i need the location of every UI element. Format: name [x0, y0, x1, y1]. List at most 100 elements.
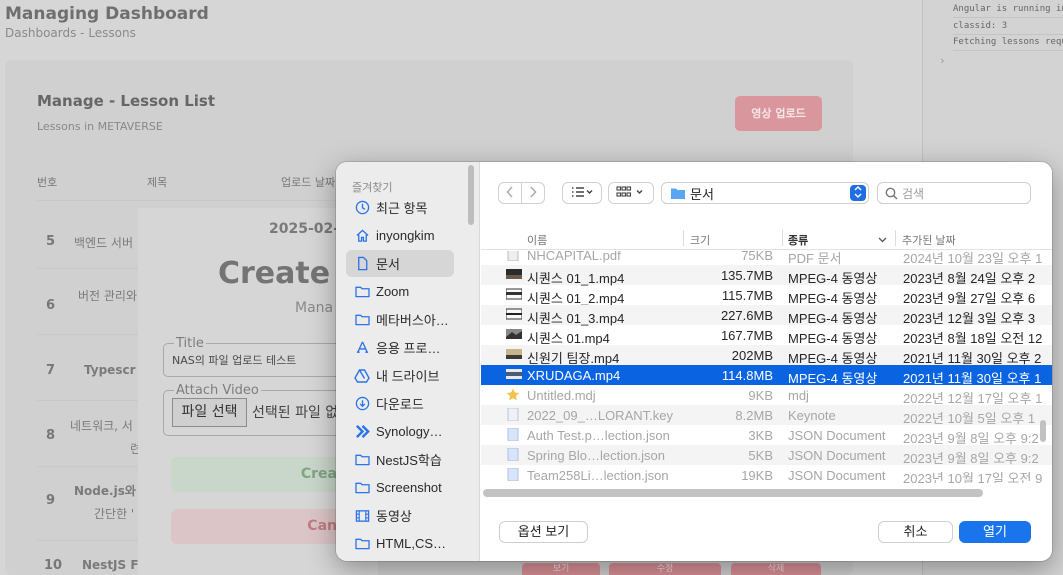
sidebar-item-synology[interactable]: Synology…	[346, 418, 454, 445]
sidebar-item-label: 내 드라이브	[376, 369, 440, 384]
table-row-number: 8	[46, 428, 56, 443]
location-label: 문서	[690, 186, 714, 202]
sidebar-item-screenshot[interactable]: Screenshot	[346, 474, 454, 501]
chevron-right-icon	[529, 185, 537, 201]
sidebar-item-zoom[interactable]: Zoom	[346, 278, 454, 305]
sidebar-item-google-drive[interactable]: 내 드라이브	[346, 362, 454, 389]
upload-video-button[interactable]: 영상 업로드	[735, 96, 822, 131]
folder-icon	[354, 312, 370, 328]
list-icon	[571, 186, 593, 201]
sidebar-item-label: HTML,CS…	[376, 536, 447, 551]
file-kind: JSON Document	[788, 468, 886, 483]
create-lesson-subheading: Mana	[295, 300, 334, 316]
file-size: 3KB	[748, 428, 773, 443]
table-row-number: 5	[46, 234, 56, 249]
file-name: 2022_09_…LORANT.key	[527, 408, 673, 423]
synology-icon	[354, 424, 370, 440]
table-row-number: 6	[46, 298, 56, 313]
table-row-title[interactable]: Typescr	[84, 363, 136, 377]
forward-button[interactable]	[521, 182, 545, 204]
file-row[interactable]: Spring Blo…lection.json 5KB JSON Document 2…	[481, 445, 1052, 466]
table-row-title[interactable]: NestJS F	[82, 558, 139, 572]
horizontal-scrollbar[interactable]	[483, 489, 983, 497]
file-size: 135.7MB	[720, 268, 773, 283]
column-header-kind[interactable]: 종류	[788, 232, 808, 248]
file-row[interactable]: 신원기 팀장.mp4 202MB MPEG-4 동영상 2021년 11월 30일 오…	[481, 345, 1052, 366]
column-header-name[interactable]: 이름	[527, 232, 547, 248]
sidebar-item-documents[interactable]: 문서	[346, 250, 454, 277]
table-row-number: 9	[46, 493, 56, 508]
column-header-date: 업로드 날짜	[281, 176, 336, 189]
file-size: 202MB	[731, 348, 773, 363]
sidebar-item-movies[interactable]: 동영상	[346, 502, 454, 529]
sidebar-item-label: 다운로드	[376, 397, 424, 412]
sidebar-item-nestjs[interactable]: NestJS학습	[346, 446, 454, 473]
folder-icon	[354, 284, 370, 300]
document-icon	[354, 256, 370, 272]
video-thumbnail-icon	[506, 348, 522, 361]
breadcrumb: Dashboards - Lessons	[5, 26, 136, 40]
json-file-icon	[506, 467, 522, 482]
file-size: 5KB	[748, 448, 773, 463]
table-row-number: 10	[44, 558, 63, 573]
search-field[interactable]: 검색	[877, 182, 1031, 204]
edit-button[interactable]: 수정	[609, 563, 721, 575]
lesson-date: 2025-02-	[269, 221, 340, 237]
sidebar-item-applications[interactable]: 응용 프로…	[346, 334, 454, 361]
search-icon	[885, 187, 898, 200]
file-row[interactable]: Auth Test.p…lection.json 3KB JSON Document…	[481, 425, 1052, 446]
chevron-left-icon	[506, 185, 514, 201]
choose-file-button[interactable]: 파일 선택	[172, 398, 247, 427]
sidebar-scrollbar[interactable]	[468, 165, 474, 225]
file-kind: mdj	[788, 388, 809, 403]
file-row[interactable]: Untitled.mdj 9KB mdj 2022년 12월 17일 오후 1	[481, 385, 1052, 406]
column-header-number: 번호	[37, 176, 58, 189]
delete-button[interactable]: 삭제	[731, 563, 821, 575]
file-size: 115.7MB	[721, 288, 773, 303]
table-row-title[interactable]: 버전 관리와	[78, 287, 137, 304]
list-view-button[interactable]	[562, 182, 602, 204]
grid-view-button[interactable]	[608, 182, 654, 204]
file-name: Untitled.mdj	[527, 388, 596, 403]
sidebar-item-home[interactable]: inyongkim	[346, 222, 454, 249]
video-thumbnail-icon	[505, 288, 523, 301]
file-size: 8.2MB	[735, 408, 773, 423]
file-row[interactable]: NHCAPITAL.pdf 75KB PDF 문서 2024년 10월 23일 오후 …	[481, 251, 1052, 266]
file-row-selected[interactable]: XRUDAGA.mp4 114.8MB MPEG-4 동영상 2021년 11월 30…	[481, 365, 1052, 386]
file-row[interactable]: 시퀀스 01_3.mp4 227.6MB MPEG-4 동영상 2023년 12월 3…	[481, 305, 1052, 326]
dialog-toolbar: 문서 검색	[481, 162, 1052, 225]
show-options-button[interactable]: 옵션 보기	[499, 521, 588, 543]
file-list-header: 이름 크기 종류 추가된 날짜	[481, 226, 1052, 250]
sidebar-item-downloads[interactable]: 다운로드	[346, 390, 454, 417]
column-header-size[interactable]: 크기	[690, 232, 710, 248]
file-name: Team258Li…lection.json	[527, 468, 669, 483]
location-popup[interactable]: 문서	[661, 182, 869, 204]
sidebar-item-metaverse[interactable]: 메타버스아…	[346, 306, 454, 333]
sidebar-item-label: 메타버스아…	[376, 313, 449, 328]
create-button[interactable]: Crea	[171, 457, 351, 492]
file-row[interactable]: Team258Li…lection.json 19KB JSON Document 2…	[481, 465, 1052, 483]
home-icon	[354, 228, 370, 244]
cancel-create-button[interactable]: Can	[171, 509, 351, 544]
sidebar-item-label: NestJS학습	[376, 453, 442, 468]
sidebar-item-recents[interactable]: 최근 항목	[346, 194, 454, 221]
file-row[interactable]: 시퀀스 01_2.mp4 115.7MB MPEG-4 동영상 2023년 9월 27…	[481, 285, 1052, 306]
sidebar-item-label: 동영상	[376, 509, 412, 524]
open-button[interactable]: 열기	[959, 521, 1031, 543]
column-header-title: 제목	[147, 176, 168, 189]
file-row[interactable]: 2022_09_…LORANT.key 8.2MB Keynote 2022년 10월…	[481, 405, 1052, 426]
file-row[interactable]: 시퀀스 01.mp4 167.7MB MPEG-4 동영상 2023년 8월 18일 …	[481, 325, 1052, 346]
table-row-title[interactable]: 네트워크, 서	[70, 417, 133, 434]
cancel-button[interactable]: 취소	[878, 521, 953, 543]
column-header-date-added[interactable]: 추가된 날짜	[902, 232, 956, 248]
sidebar-item-html-css[interactable]: HTML,CS…	[346, 530, 454, 557]
file-row[interactable]: 시퀀스 01_1.mp4 135.7MB MPEG-4 동영상 2023년 8월 24…	[481, 265, 1052, 286]
table-row-title[interactable]: Node.js와	[74, 482, 136, 499]
view-button[interactable]: 보기	[522, 563, 600, 575]
table-row-title[interactable]: 백엔드 서버	[74, 234, 133, 251]
file-kind: Keynote	[788, 408, 836, 423]
console-line: classid: 3	[953, 21, 1008, 31]
google-drive-icon	[354, 368, 370, 384]
back-button[interactable]	[498, 182, 522, 204]
vertical-scrollbar[interactable]	[1040, 420, 1046, 442]
